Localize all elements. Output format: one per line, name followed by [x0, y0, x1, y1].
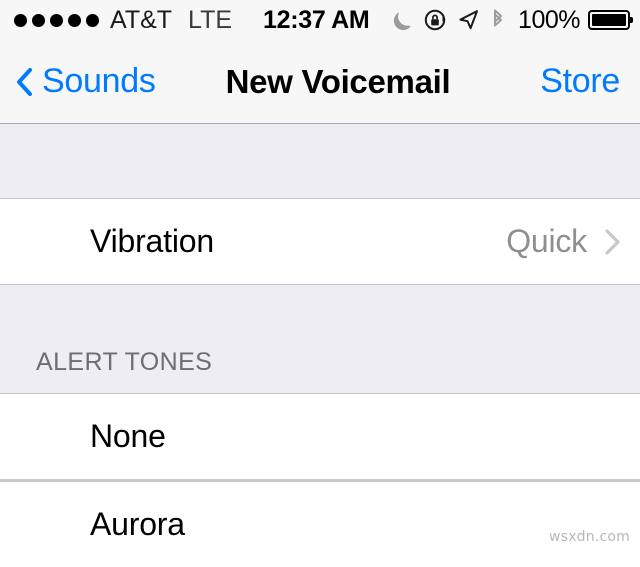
moon-icon [392, 8, 414, 32]
clock-label: 12:37 AM [263, 5, 370, 34]
table-row-vibration[interactable]: Vibration Quick [0, 199, 640, 284]
row-value: Quick [506, 223, 587, 259]
section-header-label: ALERT TONES [36, 348, 213, 376]
bluetooth-icon [490, 8, 506, 32]
signal-strength-icon [14, 13, 99, 27]
rotation-lock-icon [424, 8, 448, 32]
carrier-label: AT&T [110, 5, 173, 34]
chevron-right-icon [605, 228, 620, 255]
store-button[interactable]: Store [540, 62, 620, 101]
status-bar-left: AT&T LTE [14, 6, 232, 35]
row-title: None [90, 418, 166, 454]
table-row-aurora[interactable]: Aurora [0, 482, 640, 567]
section-header-alert-tones: ALERT TONES [0, 284, 640, 394]
location-arrow-icon [458, 8, 480, 32]
battery-percent-label: 100% [518, 5, 580, 34]
watermark: wsxdn.com [549, 529, 630, 545]
iphone-settings-screen: AT&T LTE 12:37 AM 100% Sounds New Voicem… [0, 0, 640, 567]
table-row-none[interactable]: None [0, 394, 640, 479]
row-title: Vibration [90, 223, 214, 259]
section-spacer-top [0, 124, 640, 199]
status-bar-right: 100% [382, 5, 633, 35]
row-title: Aurora [90, 506, 185, 542]
navigation-bar: Sounds New Voicemail Store [0, 40, 640, 124]
status-bar-center: 12:37 AM [263, 5, 370, 35]
network-type-label: LTE [188, 5, 233, 34]
status-bar: AT&T LTE 12:37 AM 100% [0, 0, 640, 40]
battery-icon [588, 10, 633, 30]
